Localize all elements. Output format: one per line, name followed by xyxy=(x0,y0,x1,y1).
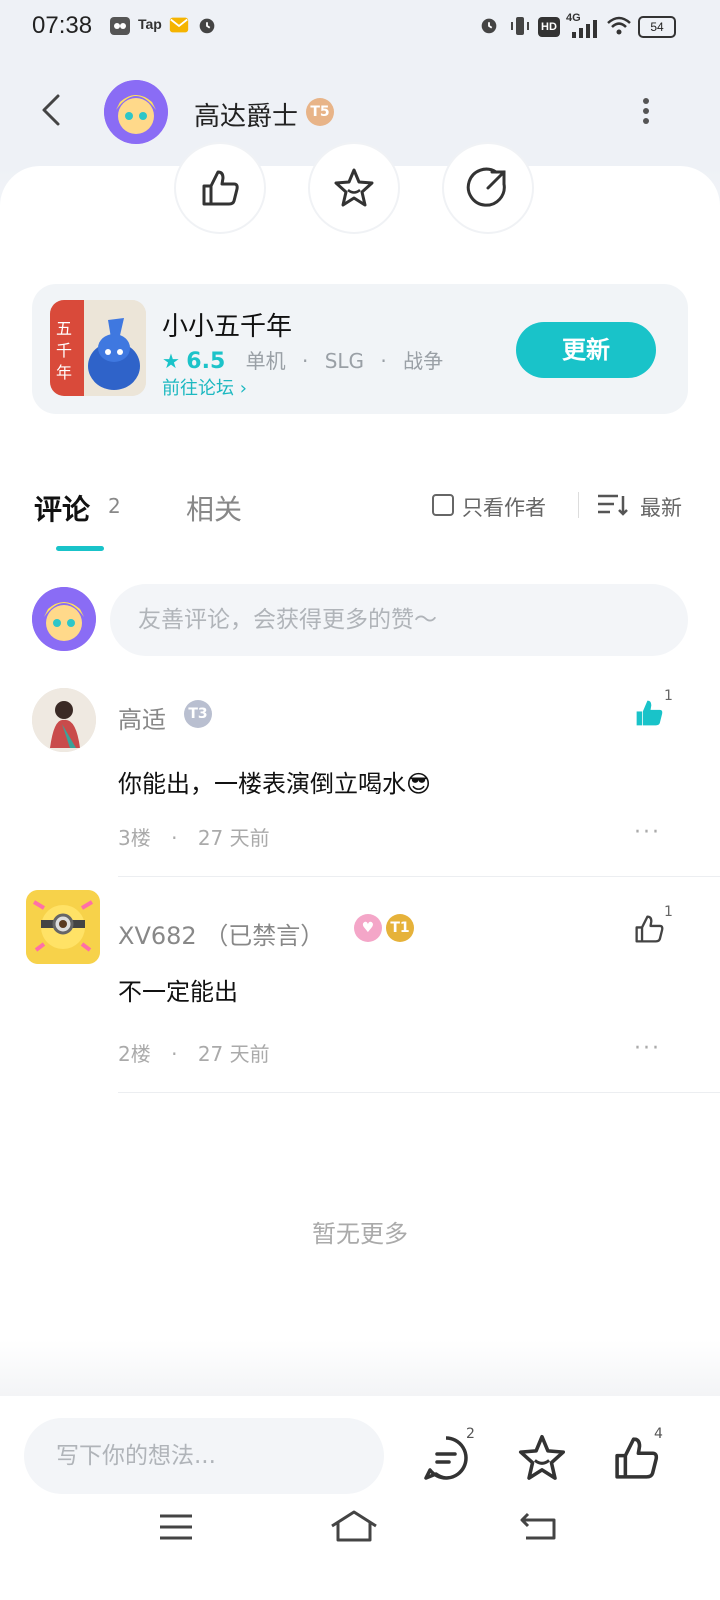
game-tag: 单机 xyxy=(245,349,286,373)
more-vertical-icon[interactable] xyxy=(636,96,656,126)
signal-icon: 4G xyxy=(566,12,600,40)
tab-comments[interactable]: 评论 xyxy=(34,488,90,528)
sort-icon[interactable] xyxy=(596,492,628,518)
like-comment-button[interactable] xyxy=(632,696,666,730)
chevron-right-icon: › xyxy=(239,378,247,399)
divider xyxy=(578,492,579,518)
svg-text:年: 年 xyxy=(56,363,72,382)
comment-floor: 3楼 xyxy=(118,826,151,850)
more-options-icon[interactable]: ··· xyxy=(634,1036,661,1061)
only-author-checkbox[interactable] xyxy=(432,494,454,516)
comment-author[interactable]: XV682 （已禁言） xyxy=(118,916,324,951)
tab-indicator xyxy=(56,546,104,551)
comment-text: 你能出，一楼表演倒立喝水😎 xyxy=(118,770,432,798)
game-score: 6.5 xyxy=(186,349,226,374)
game-tag: 战争 xyxy=(403,349,444,373)
comment-meta: 3楼 · 27 天前 xyxy=(118,826,270,850)
level-badge: T1 xyxy=(386,914,414,942)
comment-author[interactable]: 高适 xyxy=(118,700,166,735)
vibrate-icon xyxy=(508,14,534,40)
comment-avatar[interactable] xyxy=(26,890,100,964)
only-author-label[interactable]: 只看作者 xyxy=(462,492,546,522)
star-icon: ★ xyxy=(162,349,180,373)
battery-indicator: 54 xyxy=(638,16,676,38)
game-title[interactable]: 小小五千年 xyxy=(162,306,292,343)
more-options-icon[interactable]: ··· xyxy=(634,820,661,845)
svg-text:五: 五 xyxy=(56,319,72,338)
comment-text: 不一定能出 xyxy=(118,978,238,1006)
alarm-icon xyxy=(196,14,222,40)
like-count: 4 xyxy=(654,1426,663,1442)
like-post-button[interactable] xyxy=(174,142,266,234)
comment-like-count: 1 xyxy=(664,904,673,920)
home-icon[interactable] xyxy=(330,1508,378,1544)
comment-count: 2 xyxy=(466,1426,475,1442)
divider xyxy=(118,876,720,877)
game-icon[interactable]: 五千年 xyxy=(50,300,146,396)
back-button[interactable] xyxy=(36,92,68,128)
comment-time: 27 天前 xyxy=(197,826,270,850)
menu-icon[interactable] xyxy=(158,1512,194,1542)
divider xyxy=(118,1092,720,1093)
forum-link[interactable]: 前往论坛 › xyxy=(162,374,247,400)
hd-icon: HD xyxy=(538,17,560,37)
fan-badge: ♥ xyxy=(354,914,382,942)
status-time: 07:38 xyxy=(32,12,93,39)
level-badge: T5 xyxy=(306,98,334,126)
update-button[interactable]: 更新 xyxy=(516,322,656,378)
favorite-icon[interactable] xyxy=(516,1432,568,1484)
current-user-avatar xyxy=(32,587,96,651)
game-meta: ★ 6.5 单机 · SLG · 战争 xyxy=(162,349,444,374)
comment-time: 27 天前 xyxy=(197,1042,270,1066)
level-badge: T3 xyxy=(184,700,212,728)
wifi-icon xyxy=(606,14,632,40)
favorite-post-button[interactable] xyxy=(308,142,400,234)
comment-icon[interactable] xyxy=(420,1432,472,1484)
comment-meta: 2楼 · 27 天前 xyxy=(118,1042,270,1066)
muted-label: （已禁言） xyxy=(204,922,325,950)
bottom-fade xyxy=(0,1340,720,1396)
back-nav-icon[interactable] xyxy=(518,1510,558,1542)
svg-text:千: 千 xyxy=(56,341,72,360)
author-name[interactable]: 高达爵士 xyxy=(194,96,298,133)
comment-input[interactable] xyxy=(110,584,688,656)
comment-avatar[interactable] xyxy=(32,688,96,752)
tab-related[interactable]: 相关 xyxy=(186,488,242,528)
notification-app-icon xyxy=(108,14,134,40)
no-more-label: 暂无更多 xyxy=(312,1220,408,1248)
tap-notification-label: Tap xyxy=(138,16,162,32)
comment-floor: 2楼 xyxy=(118,1042,151,1066)
alarm-status-icon xyxy=(478,14,504,40)
thoughts-input[interactable] xyxy=(24,1418,384,1494)
sort-label[interactable]: 最新 xyxy=(640,492,682,522)
tab-comments-count: 2 xyxy=(108,494,121,518)
mail-icon xyxy=(168,14,194,40)
share-post-button[interactable] xyxy=(442,142,534,234)
author-avatar[interactable] xyxy=(104,80,168,144)
game-tag: SLG xyxy=(324,349,365,373)
comment-like-count: 1 xyxy=(664,688,673,704)
like-comment-button[interactable] xyxy=(632,912,666,946)
